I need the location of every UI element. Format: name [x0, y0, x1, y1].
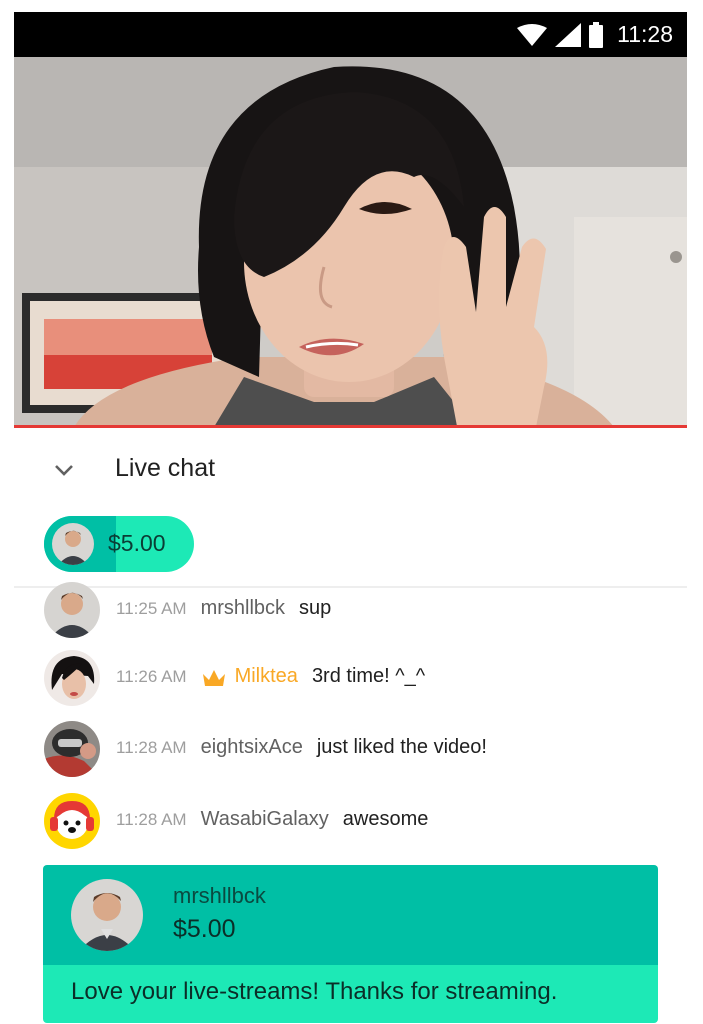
super-chat-ticker[interactable]: $5.00 [44, 516, 194, 572]
avatar [52, 523, 94, 565]
message-author[interactable]: WasabiGalaxy [201, 808, 329, 831]
avatar[interactable] [44, 721, 100, 777]
list-item[interactable]: 11:26 AM Milktea 3rd time! ^_^ [44, 650, 664, 706]
message-line: 11:25 AM mrshllbck sup [116, 597, 331, 620]
message-text: sup [299, 597, 332, 619]
message-author[interactable]: eightsixAce [201, 736, 303, 759]
chevron-down-icon[interactable] [52, 458, 76, 482]
super-chat-header: mrshllbck $5.00 [43, 865, 658, 965]
avatar[interactable] [44, 793, 100, 849]
message-line: 11:26 AM Milktea 3rd time! ^_^ [116, 665, 425, 688]
crown-icon [202, 669, 225, 686]
live-chat-header: Live chat [14, 436, 687, 502]
message-time: 11:26 AM [116, 666, 187, 686]
wifi-icon [517, 23, 548, 46]
message-text: awesome [342, 808, 429, 830]
message-time: 11:25 AM [116, 598, 187, 618]
message-time: 11:28 AM [116, 809, 187, 829]
live-chat-title: Live chat [115, 454, 216, 482]
message-author-owner[interactable]: Milktea [235, 665, 298, 688]
super-chat-message: Love your live-streams! Thanks for strea… [71, 978, 558, 1005]
status-icons: 11:28 [517, 12, 673, 57]
avatar[interactable] [44, 650, 100, 706]
status-bar: 11:28 [14, 12, 687, 57]
battery-icon [589, 21, 604, 48]
list-item[interactable]: 11:25 AM mrshllbck sup [44, 582, 664, 638]
list-item[interactable]: 11:28 AM eightsixAce just liked the vide… [44, 721, 664, 777]
message-text: just liked the video! [316, 736, 487, 758]
super-chat-card[interactable]: mrshllbck $5.00 Love your live-streams! … [43, 865, 658, 1023]
status-time: 11:28 [617, 21, 673, 47]
super-chat-body: Love your live-streams! Thanks for strea… [43, 965, 658, 1023]
message-line: 11:28 AM eightsixAce just liked the vide… [116, 736, 487, 759]
video-player[interactable] [14, 57, 687, 427]
super-chat-author[interactable]: mrshllbck [173, 883, 266, 909]
super-chat-amount: $5.00 [173, 915, 236, 943]
video-frame [14, 57, 687, 427]
message-author[interactable]: mrshllbck [201, 597, 285, 620]
signal-icon [555, 22, 582, 47]
list-item[interactable]: 11:28 AM WasabiGalaxy awesome [44, 793, 664, 849]
message-time: 11:28 AM [116, 737, 187, 757]
avatar[interactable] [71, 879, 143, 951]
ticker-amount: $5.00 [108, 530, 166, 556]
avatar[interactable] [44, 582, 100, 638]
video-progress-bar[interactable] [14, 425, 687, 428]
message-line: 11:28 AM WasabiGalaxy awesome [116, 808, 428, 831]
message-text: 3rd time! ^_^ [311, 665, 426, 687]
